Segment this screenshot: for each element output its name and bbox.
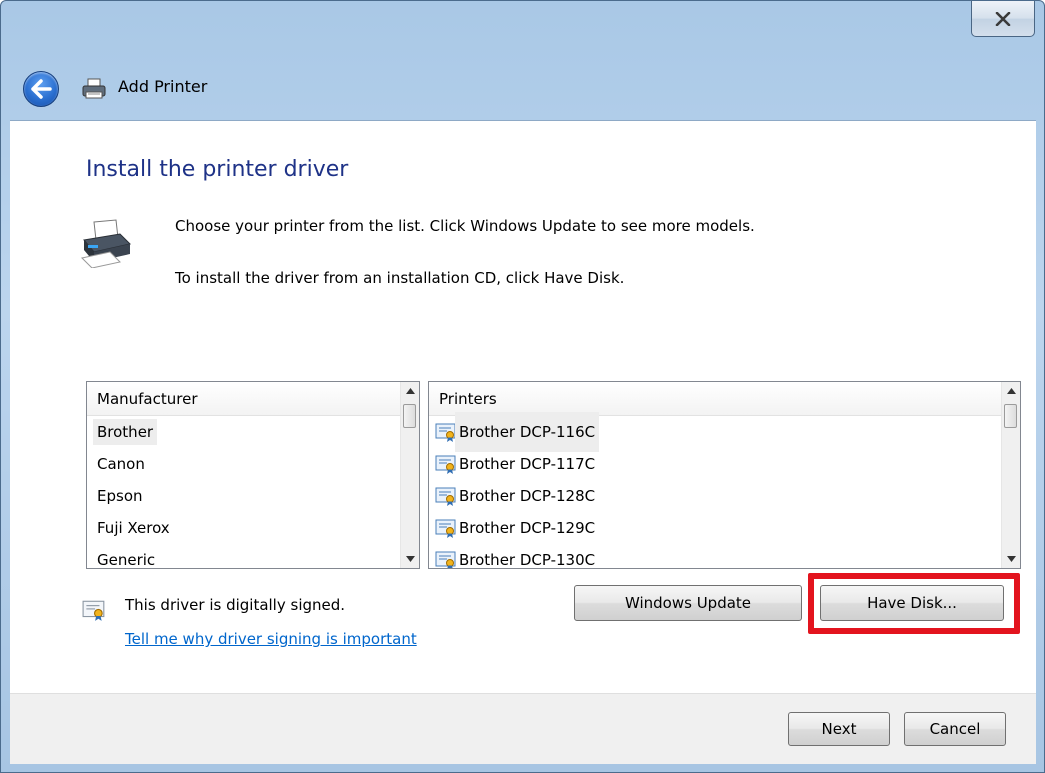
scroll-thumb[interactable] bbox=[403, 404, 416, 428]
manufacturer-listbox[interactable]: Manufacturer Brother Canon Epson Fuji Xe… bbox=[86, 381, 420, 569]
list-item[interactable]: Canon bbox=[87, 448, 400, 480]
instruction-text: Choose your printer from the list. Click… bbox=[175, 217, 755, 235]
window-title: Add Printer bbox=[118, 77, 208, 96]
list-item[interactable]: Fuji Xerox bbox=[87, 512, 400, 544]
certificate-icon bbox=[435, 487, 456, 506]
chevron-down-icon bbox=[405, 556, 415, 562]
chevron-down-icon bbox=[1006, 556, 1016, 562]
instruction-text: To install the driver from an installati… bbox=[175, 269, 625, 287]
printers-scrollbar[interactable] bbox=[1001, 382, 1020, 568]
certificate-icon bbox=[82, 600, 105, 621]
certificate-icon bbox=[435, 455, 456, 474]
list-item[interactable]: Epson bbox=[87, 480, 400, 512]
scroll-down-button[interactable] bbox=[1002, 550, 1020, 568]
add-printer-window: Add Printer Install the printer driver C… bbox=[0, 0, 1045, 773]
back-button[interactable] bbox=[23, 71, 59, 107]
list-item[interactable]: Brother DCP-130C bbox=[429, 544, 1001, 568]
list-item[interactable]: Generic bbox=[87, 544, 400, 568]
printers-listbox[interactable]: Printers Brother DCP-116C Brother DCP-11… bbox=[428, 381, 1021, 569]
list-item[interactable]: Brother DCP-129C bbox=[429, 512, 1001, 544]
page-heading: Install the printer driver bbox=[86, 157, 349, 182]
list-item[interactable]: Brother bbox=[87, 416, 400, 448]
close-icon bbox=[995, 11, 1011, 26]
signing-status: This driver is digitally signed. bbox=[125, 596, 346, 614]
list-item[interactable]: Brother DCP-116C bbox=[429, 412, 1001, 452]
back-arrow-icon bbox=[31, 79, 52, 99]
manufacturer-items: Brother Canon Epson Fuji Xerox Generic bbox=[87, 416, 400, 568]
chevron-up-icon bbox=[1006, 388, 1016, 394]
content-panel: Install the printer driver Choose your p… bbox=[10, 120, 1036, 693]
certificate-icon bbox=[435, 551, 456, 568]
scroll-up-button[interactable] bbox=[1002, 382, 1020, 400]
certificate-icon bbox=[435, 423, 456, 442]
button-bar: Next Cancel bbox=[10, 693, 1036, 764]
next-button[interactable]: Next bbox=[788, 712, 890, 746]
scroll-thumb[interactable] bbox=[1004, 404, 1017, 428]
printer-items: Brother DCP-116C Brother DCP-117C Brothe… bbox=[429, 412, 1001, 568]
close-button[interactable] bbox=[971, 1, 1035, 37]
chevron-up-icon bbox=[405, 388, 415, 394]
printers-column-header: Printers bbox=[429, 382, 1001, 416]
manufacturer-scrollbar[interactable] bbox=[400, 382, 419, 568]
driver-signing-link[interactable]: Tell me why driver signing is important bbox=[125, 630, 417, 648]
list-item[interactable]: Brother DCP-128C bbox=[429, 480, 1001, 512]
title-bar: Add Printer bbox=[1, 57, 1045, 109]
have-disk-button[interactable]: Have Disk... bbox=[820, 585, 1004, 621]
manufacturer-column-header: Manufacturer bbox=[87, 382, 400, 416]
windows-update-button[interactable]: Windows Update bbox=[574, 585, 802, 621]
scroll-down-button[interactable] bbox=[401, 550, 419, 568]
scroll-up-button[interactable] bbox=[401, 382, 419, 400]
list-item[interactable]: Brother DCP-117C bbox=[429, 448, 1001, 480]
cancel-button[interactable]: Cancel bbox=[904, 712, 1006, 746]
certificate-icon bbox=[435, 519, 456, 538]
printer-icon bbox=[82, 78, 106, 99]
printer-icon bbox=[80, 219, 131, 268]
